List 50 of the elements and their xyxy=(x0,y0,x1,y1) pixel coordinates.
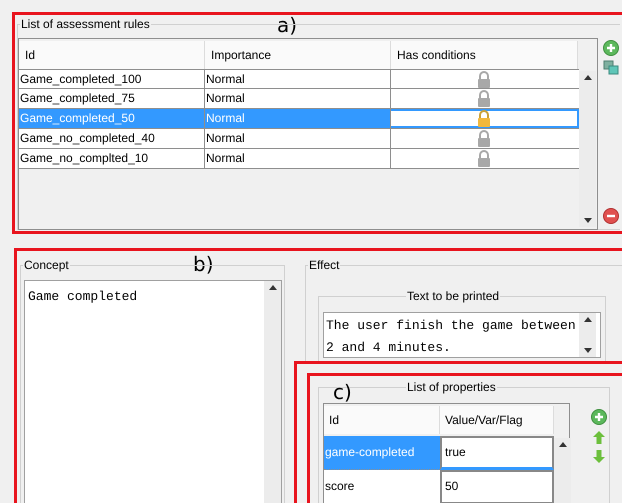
column-header[interactable]: Importance xyxy=(205,41,391,69)
table-row[interactable]: Game_completed_75 Normal xyxy=(19,89,579,109)
group-title: List of assessment rules xyxy=(20,17,151,31)
group-title: List of properties xyxy=(406,380,497,394)
table-cell: score xyxy=(324,470,440,503)
table-row[interactable]: game-completed true xyxy=(324,436,554,470)
group-title: Effect xyxy=(308,258,340,272)
remove-icon[interactable] xyxy=(603,208,619,224)
annotation-label: a) xyxy=(277,14,298,36)
group-title: Text to be printed xyxy=(406,289,500,303)
scrollbar[interactable] xyxy=(554,438,571,503)
add-icon[interactable] xyxy=(591,409,607,425)
padlock-icon xyxy=(477,150,491,167)
table-cell: game-completed xyxy=(324,436,440,470)
column-header[interactable]: Id xyxy=(19,41,205,69)
table-row[interactable]: score 50 xyxy=(324,470,554,503)
table-row[interactable]: Game_no_completed_40 Normal xyxy=(19,129,579,149)
padlock-icon xyxy=(477,70,491,88)
table-row[interactable]: Game_completed_100 Normal xyxy=(19,69,579,89)
table-row[interactable]: Game_no_complted_10 Normal xyxy=(19,149,579,169)
scroll-up-icon[interactable] xyxy=(584,75,592,80)
scroll-down-icon[interactable] xyxy=(584,348,592,353)
concept-text: Game completed xyxy=(27,288,138,306)
scrollbar[interactable] xyxy=(579,313,596,357)
add-icon[interactable] xyxy=(603,40,619,56)
scrollbar[interactable] xyxy=(579,71,596,227)
scroll-up-icon[interactable] xyxy=(558,442,566,447)
column-header[interactable]: Value/Var/Flag xyxy=(440,406,554,434)
padlock-icon xyxy=(477,130,491,147)
table-cell: Game_no_complted_10 xyxy=(19,149,205,168)
printed-text: The user finish the game between 2 and 4 minutes. xyxy=(325,317,577,357)
scrollbar[interactable] xyxy=(264,281,281,503)
padlock-icon xyxy=(477,90,491,107)
table-cell: true xyxy=(440,436,554,470)
table-cell: Game_completed_75 xyxy=(19,89,205,108)
scroll-down-icon[interactable] xyxy=(584,218,592,223)
table-cell: 50 xyxy=(440,470,554,503)
scroll-up-icon[interactable] xyxy=(268,285,276,290)
column-header[interactable]: Has conditions xyxy=(391,41,578,69)
padlock-icon xyxy=(477,110,491,127)
duplicate-icon[interactable] xyxy=(603,60,619,76)
table-cell: Game_completed_50 xyxy=(19,109,205,128)
printed-text-area[interactable]: The user finish the game between 2 and 4 minutes. xyxy=(323,312,601,358)
table-cell: Game_completed_100 xyxy=(19,70,205,88)
annotation-label: c) xyxy=(333,381,352,403)
concept-text-area[interactable]: Game completed xyxy=(24,280,282,503)
group-title: Concept xyxy=(23,258,70,272)
column-header[interactable]: Id xyxy=(324,406,440,434)
table-cell: Game_no_completed_40 xyxy=(19,129,205,148)
scroll-up-icon[interactable] xyxy=(584,317,592,322)
